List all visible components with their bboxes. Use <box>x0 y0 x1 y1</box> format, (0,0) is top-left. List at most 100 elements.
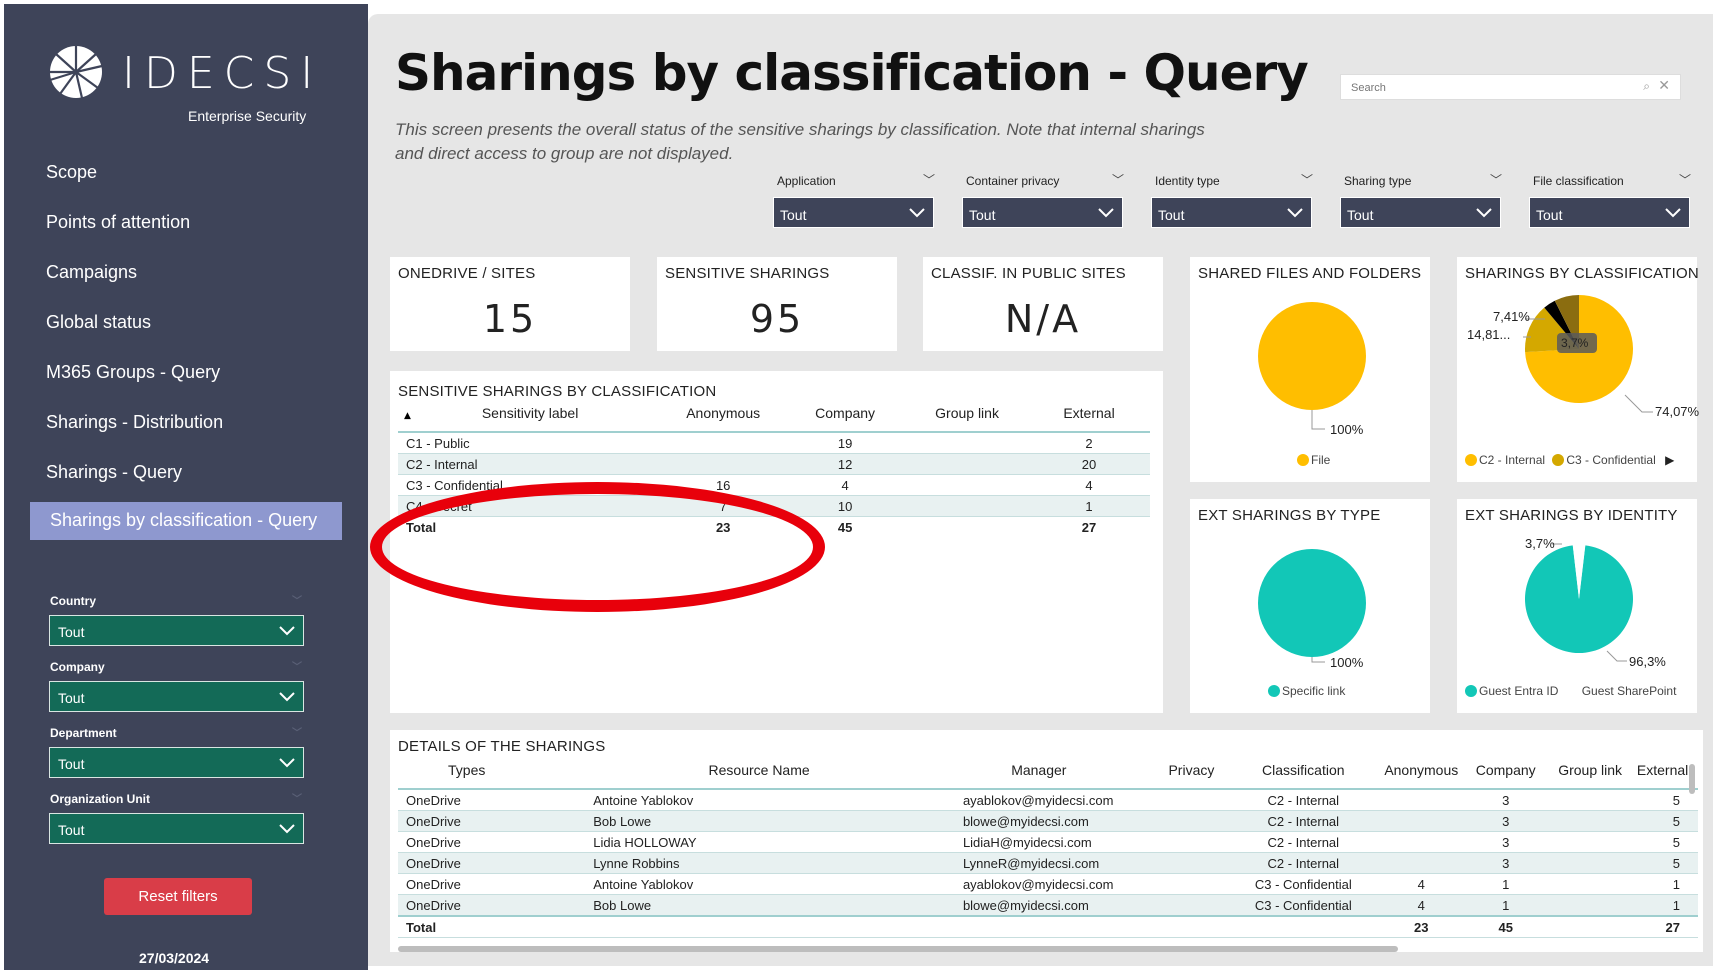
col-classification[interactable]: Classification <box>1232 762 1374 789</box>
leader-line <box>1624 394 1653 413</box>
brand-tagline: Enterprise Security <box>188 108 307 124</box>
main-panel: Sharings by classification - Query This … <box>368 14 1713 966</box>
table-row[interactable]: OneDrive Lynne Robbins LynneR@myidecsi.com… <box>398 852 1698 874</box>
brand-name: IDECSI <box>122 48 323 99</box>
ext-identity-pie-chart[interactable] <box>1457 499 1697 713</box>
legend: C2 - Internal C3 - Confidential ▶ <box>1465 453 1674 467</box>
kpi-label: SENSITIVE SHARINGS <box>665 265 830 282</box>
col-anonymous[interactable]: Anonymous <box>662 405 784 432</box>
department-filter-label: Department ﹀ <box>50 726 302 740</box>
details-table-card: DETAILS OF THE SHARINGS Types Resource N… <box>390 730 1703 952</box>
application-select[interactable]: Tout <box>773 197 934 228</box>
chevron-down-icon <box>1287 208 1303 218</box>
table-row[interactable]: OneDrive Lidia HOLLOWAY LidiaH@myidecsi.co… <box>398 832 1698 853</box>
kpi-card-classif-public-sites: CLASSIF. IN PUBLIC SITES N/A <box>923 257 1163 351</box>
chevron-down-icon <box>1098 208 1114 218</box>
nav-m365-groups-query[interactable]: M365 Groups - Query <box>46 362 220 383</box>
nav-sharings-query[interactable]: Sharings - Query <box>46 462 182 483</box>
vertical-scrollbar[interactable] <box>1689 764 1695 794</box>
chevron-down-icon <box>1476 208 1492 218</box>
classification-pie-chart[interactable] <box>1457 257 1697 482</box>
classification-table-card: SENSITIVE SHARINGS BY CLASSIFICATION ▲ S… <box>390 371 1163 713</box>
pie-slice-file <box>1258 302 1366 410</box>
pie-label-c3: 14,81... <box>1467 327 1511 342</box>
col-resource-name[interactable]: Resource Name <box>591 762 927 789</box>
legend-c3: C3 - Confidential <box>1566 453 1656 467</box>
legend-c2: C2 - Internal <box>1479 453 1546 467</box>
col-sensitivity-label[interactable]: Sensitivity label <box>398 405 662 432</box>
sharing-type-filter-label: Sharing type ﹀ <box>1344 173 1503 188</box>
table-row[interactable]: C1 - Public 19 2 <box>398 432 1150 454</box>
nav-points-of-attention[interactable]: Points of attention <box>46 212 190 233</box>
table-row[interactable]: OneDrive Bob Lowe blowe@myidecsi.com C3 - C… <box>398 894 1698 916</box>
col-external[interactable]: External <box>1028 405 1150 432</box>
search-box[interactable]: Search ⌕ ✕ <box>1340 74 1681 100</box>
table-row[interactable]: OneDrive Antoine Yablokov ayablokov@myidec… <box>398 874 1698 895</box>
classification-table: Sensitivity label Anonymous Company Grou… <box>398 405 1150 537</box>
container-privacy-select[interactable]: Tout <box>962 197 1123 228</box>
container-privacy-filter-label: Container privacy ﹀ <box>966 173 1125 188</box>
sidebar: IDECSI Enterprise Security Scope Points … <box>4 4 368 970</box>
sharing-type-select[interactable]: Tout <box>1340 197 1501 228</box>
ext-type-pie-chart[interactable] <box>1190 499 1430 713</box>
col-privacy[interactable]: Privacy <box>1151 762 1232 789</box>
nav-sharings-by-classification-query[interactable]: Sharings by classification - Query <box>30 502 342 540</box>
table-row[interactable]: OneDrive Bob Lowe blowe@myidecsi.com C2 - I… <box>398 810 1698 832</box>
legend: Specific link <box>1268 684 1345 698</box>
ext-sharings-by-type-chart-card: EXT SHARINGS BY TYPE 100% Specific link <box>1190 499 1430 713</box>
card-title: DETAILS OF THE SHARINGS <box>398 738 606 755</box>
legend-swatch <box>1465 685 1477 697</box>
details-table: Types Resource Name Manager Privacy Clas… <box>398 762 1698 938</box>
chevron-down-icon <box>279 758 295 768</box>
col-company[interactable]: Company <box>784 405 906 432</box>
company-select[interactable]: Tout <box>49 681 304 712</box>
idecsi-logo-icon <box>49 46 103 99</box>
chevron-down-icon <box>279 824 295 834</box>
close-icon[interactable]: ✕ <box>1658 78 1670 94</box>
file-classification-filter-label: File classification ﹀ <box>1533 173 1692 188</box>
table-row[interactable]: C4 - Secret 7 10 1 <box>398 495 1150 517</box>
chevron-down-icon <box>909 208 925 218</box>
kpi-value: 15 <box>482 297 538 341</box>
brand-logo: IDECSI Enterprise Security <box>48 44 313 124</box>
search-icon[interactable]: ⌕ <box>1643 79 1650 94</box>
identity-pie-slices <box>1525 545 1633 653</box>
col-company[interactable]: Company <box>1468 762 1543 789</box>
pie-slice-specific-link <box>1258 549 1366 657</box>
file-classification-select[interactable]: Tout <box>1529 197 1690 228</box>
nav-scope[interactable]: Scope <box>46 162 97 183</box>
pie-label: 100% <box>1330 422 1364 437</box>
identity-type-select[interactable]: Tout <box>1151 197 1312 228</box>
reset-filters-button[interactable]: Reset filters <box>104 878 252 915</box>
pie-label-sharepoint: 3,7% <box>1525 536 1555 551</box>
legend-swatch <box>1465 454 1477 466</box>
col-group-link[interactable]: Group link <box>906 405 1028 432</box>
shared-files-pie-chart[interactable] <box>1190 257 1430 482</box>
col-manager[interactable]: Manager <box>927 762 1151 789</box>
nav-campaigns[interactable]: Campaigns <box>46 262 137 283</box>
table-row[interactable]: OneDrive Antoine Yablokov ayablokov@myidec… <box>398 789 1698 811</box>
card-title: SENSITIVE SHARINGS BY CLASSIFICATION <box>398 383 717 400</box>
legend-next-icon[interactable]: ▶ <box>1665 453 1674 467</box>
department-select[interactable]: Tout <box>49 747 304 778</box>
legend-swatch <box>1268 685 1280 697</box>
legend-swatch <box>1297 454 1309 466</box>
search-placeholder: Search <box>1351 82 1386 94</box>
legend-file: File <box>1311 453 1331 467</box>
chevron-down-icon <box>279 692 295 702</box>
country-select[interactable]: Tout <box>49 615 304 646</box>
table-row[interactable]: C3 - Confidential 16 4 4 <box>398 475 1150 496</box>
country-filter-label: Country ﹀ <box>50 594 302 608</box>
col-types[interactable]: Types <box>398 762 591 789</box>
pie-label-c2: 74,07% <box>1655 404 1700 419</box>
col-anonymous[interactable]: Anonymous <box>1375 762 1469 789</box>
horizontal-scrollbar[interactable] <box>398 946 1398 952</box>
organization-unit-select[interactable]: Tout <box>49 813 304 844</box>
kpi-value: N/A <box>1004 297 1082 341</box>
nav-global-status[interactable]: Global status <box>46 312 151 333</box>
col-group-link[interactable]: Group link <box>1543 762 1637 789</box>
table-row[interactable]: C2 - Internal 12 20 <box>398 453 1150 475</box>
report-date: 27/03/2024 <box>139 950 210 966</box>
nav-sharings-distribution[interactable]: Sharings - Distribution <box>46 412 223 433</box>
table-total-row: Total 23 45 27 <box>406 519 1097 535</box>
